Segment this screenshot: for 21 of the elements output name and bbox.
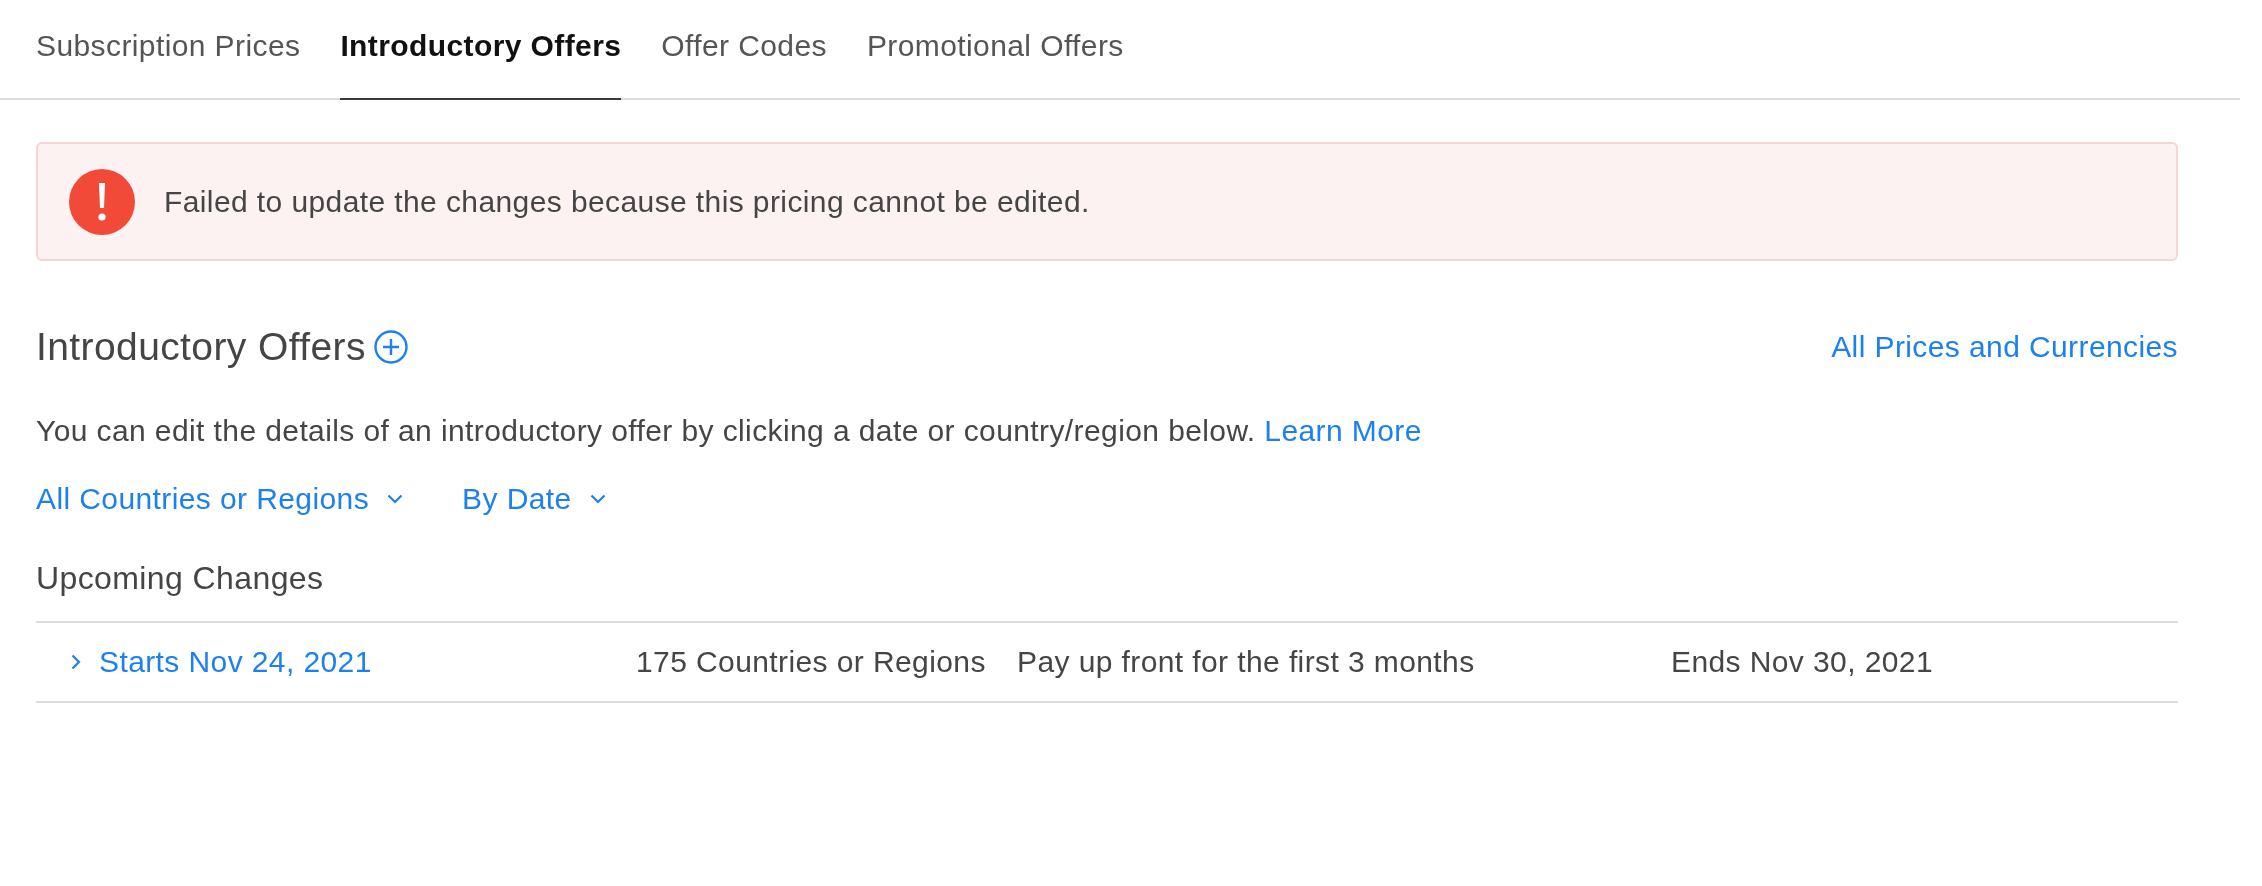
tab[interactable]: Introductory Offers	[340, 0, 622, 100]
alert-message: Failed to update the changes because this pricing cannot be edited.	[164, 184, 1090, 219]
end-date-cell: Ends Nov 30, 2021	[1671, 645, 1933, 679]
tab[interactable]: Offer Codes	[661, 0, 827, 100]
upcoming-changes-title: Upcoming Changes	[36, 559, 325, 598]
add-icon[interactable]	[373, 330, 408, 364]
error-icon	[69, 168, 135, 235]
offer-cell: Pay up front for the first 3 months	[1017, 645, 1475, 679]
chevron-right-icon[interactable]	[71, 654, 81, 670]
tab[interactable]: Promotional Offers	[866, 0, 1124, 100]
chevron-down-icon	[387, 494, 404, 504]
chevron-down-icon	[589, 494, 606, 504]
tab[interactable]: Subscription Prices	[36, 0, 301, 100]
regions-cell: 175 Countries or Regions	[636, 645, 986, 679]
description-text: You can edit the details of an introductory offer by clicking a date or country/region below. Learn More	[36, 413, 1423, 449]
filter-dropdown[interactable]: All Countries or Regions	[36, 482, 404, 516]
all-prices-link[interactable]: All Prices and Currencies	[1831, 330, 2178, 364]
filter-dropdown[interactable]: By Date	[462, 482, 606, 516]
section-title: Introductory Offers	[36, 325, 366, 369]
start-date-link[interactable]: Starts Nov 24, 2021	[99, 645, 372, 679]
learn-more-link[interactable]: Learn More	[1264, 414, 1422, 447]
